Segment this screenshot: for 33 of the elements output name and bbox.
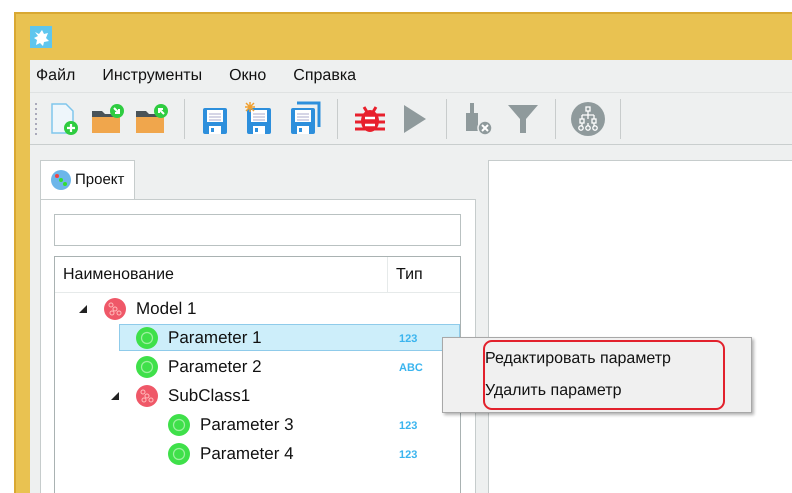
search-field[interactable] — [54, 214, 461, 246]
type-label: 123 — [399, 448, 418, 460]
item-name: Model 1 — [136, 298, 196, 320]
app-logo-icon — [30, 26, 52, 48]
item-name: Parameter 2 — [168, 356, 262, 378]
expanded-arrow-icon[interactable] — [79, 304, 87, 312]
model-icon — [136, 384, 158, 406]
parameter-icon — [136, 356, 158, 378]
type-label: ABC — [399, 362, 423, 374]
project-tab[interactable]: Проект — [40, 160, 136, 199]
parameter-icon — [136, 326, 158, 348]
grip-icon[interactable] — [34, 100, 38, 136]
item-name: Parameter 4 — [200, 442, 294, 465]
expanded-arrow-icon[interactable] — [111, 392, 119, 400]
menu-item[interactable]: Файл — [36, 64, 76, 88]
column-header[interactable]: Тип — [388, 257, 460, 292]
tree-item[interactable]: Parameter 1 123 — [119, 324, 460, 351]
parameter-icon — [168, 442, 190, 464]
tree-item[interactable]: Parameter 3 123 — [151, 411, 460, 438]
menu-item[interactable]: Инструменты — [102, 64, 202, 88]
column-header[interactable]: Наименование — [55, 257, 388, 292]
type-label: 123 — [399, 420, 418, 432]
parameter-icon — [168, 414, 190, 436]
menu-item[interactable]: Окно — [229, 64, 266, 88]
menu-item[interactable]: Справка — [293, 64, 356, 88]
type-label: 123 — [399, 332, 418, 344]
tree-item[interactable]: Model 1 — [87, 295, 460, 322]
item-name: Parameter 3 — [200, 414, 294, 436]
project-icon — [51, 170, 71, 190]
tree-item[interactable]: Parameter 4 123 — [151, 440, 460, 467]
item-name: SubClass1 — [168, 384, 250, 407]
item-name: Parameter 1 — [168, 326, 262, 349]
model-icon — [104, 298, 126, 320]
